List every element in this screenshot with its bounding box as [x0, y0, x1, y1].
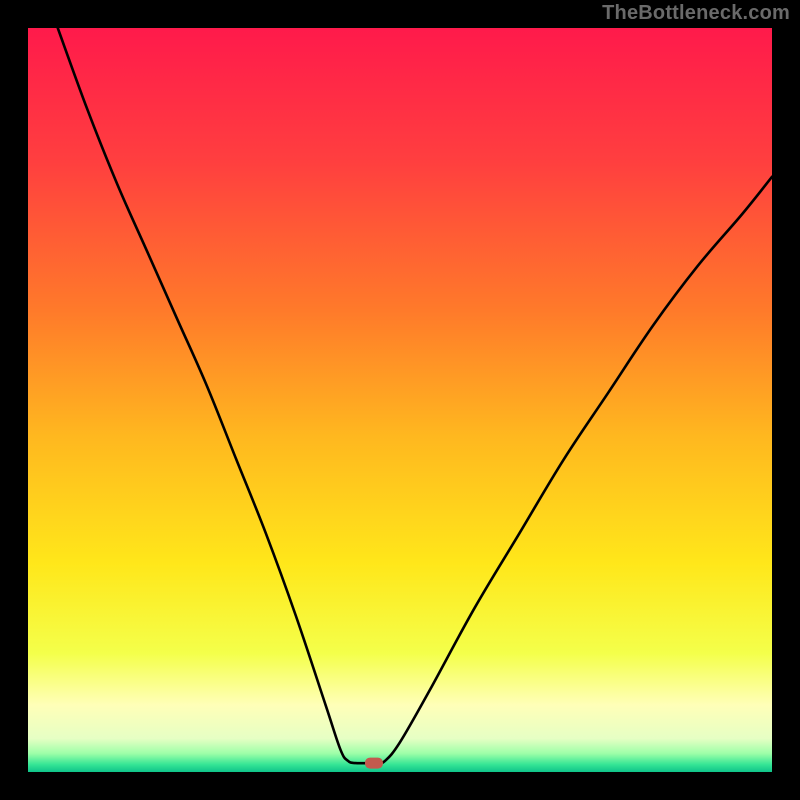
- chart-frame: TheBottleneck.com: [0, 0, 800, 800]
- bottleneck-plot: [28, 28, 772, 772]
- plot-background: [28, 28, 772, 772]
- watermark-text: TheBottleneck.com: [602, 2, 790, 25]
- optimal-marker: [365, 758, 383, 769]
